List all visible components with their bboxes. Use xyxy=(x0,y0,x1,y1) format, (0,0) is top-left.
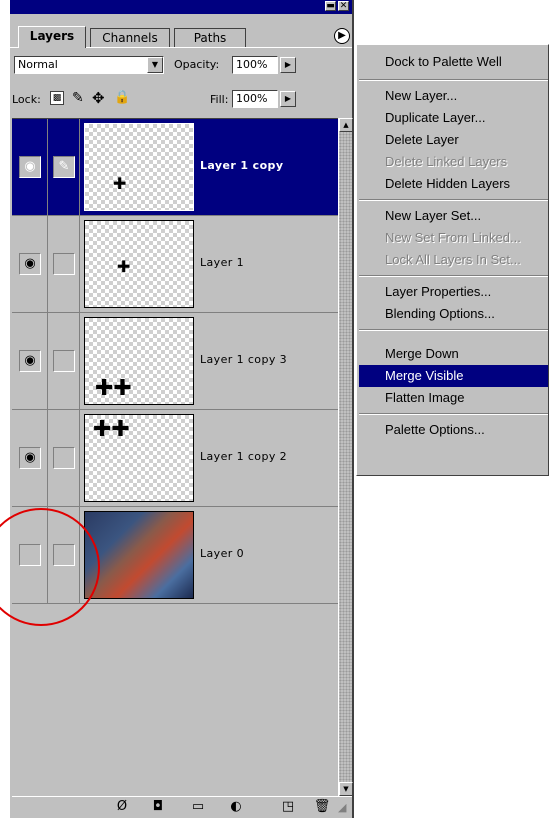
menu-item-dock[interactable]: Dock to Palette Well xyxy=(359,51,548,73)
fill-label: Fill: xyxy=(210,93,229,106)
layer-name[interactable]: Layer 0 xyxy=(200,547,244,560)
lock-all-icon[interactable]: 🔒 xyxy=(114,90,130,105)
layer-name[interactable]: Layer 1 copy xyxy=(200,159,283,172)
menu-item-palette-options[interactable]: Palette Options... xyxy=(359,419,548,441)
tab-channels[interactable]: Channels xyxy=(90,28,170,48)
blend-mode-select[interactable]: Normal xyxy=(14,56,164,74)
tab-layers[interactable]: Layers xyxy=(18,26,86,48)
menu-item-delete-linked[interactable]: Delete Linked Layers xyxy=(359,151,548,173)
layers-list-empty-area xyxy=(12,606,338,796)
layer-row[interactable]: ◉ ✚✚ Layer 1 copy 3 xyxy=(12,313,338,410)
menu-item-merge-down[interactable]: Merge Down xyxy=(359,343,548,365)
lock-label: Lock: xyxy=(12,93,41,106)
scroll-up-icon[interactable]: ▲ xyxy=(339,118,353,132)
eye-icon[interactable]: ◉ xyxy=(19,350,41,372)
fill-field[interactable]: 100% xyxy=(232,90,278,108)
menu-item-delete-layer[interactable]: Delete Layer xyxy=(359,129,548,151)
layers-palette: ▬ ✕ Layers Channels Paths ▶ Normal ▼ Opa… xyxy=(8,0,354,818)
layer-thumbnail[interactable]: ✚ xyxy=(84,220,194,308)
link-cell xyxy=(48,410,80,506)
opacity-field[interactable]: 100% xyxy=(232,56,278,74)
trash-icon[interactable]: 🗑 xyxy=(312,798,332,816)
link-cell: ✎ xyxy=(48,119,80,215)
link-cell xyxy=(48,313,80,409)
layer-row[interactable]: ◉ ✎ ✚ Layer 1 copy xyxy=(12,119,338,216)
opacity-slider-arrow-icon[interactable]: ▶ xyxy=(280,57,296,73)
menu-item-merge-visible[interactable]: Merge Visible xyxy=(359,365,548,387)
layer-thumbnail[interactable]: ✚ xyxy=(84,123,194,211)
new-set-icon[interactable]: ▭ xyxy=(188,798,208,816)
close-icon[interactable]: ✕ xyxy=(338,1,349,11)
brush-icon[interactable]: ✎ xyxy=(53,156,75,178)
link-box[interactable] xyxy=(53,253,75,275)
layer-row[interactable]: ◉ ✚ Layer 1 xyxy=(12,216,338,313)
menu-item-layer-properties[interactable]: Layer Properties... xyxy=(359,281,548,303)
eye-icon[interactable]: ◉ xyxy=(19,447,41,469)
fill-slider-arrow-icon[interactable]: ▶ xyxy=(280,91,296,107)
layer-name[interactable]: Layer 1 copy 2 xyxy=(200,450,287,463)
eye-icon[interactable]: ◉ xyxy=(19,156,41,178)
palette-titlebar[interactable]: ▬ ✕ xyxy=(10,0,352,14)
puzzle-piece-icon: ✚ xyxy=(117,257,131,276)
menu-item-new-layer-set[interactable]: New Layer Set... xyxy=(359,205,548,227)
menu-item-new-set-from-linked[interactable]: New Set From Linked... xyxy=(359,227,548,249)
layers-scrollbar[interactable]: ▲ ▼ xyxy=(338,118,353,798)
link-cell xyxy=(48,216,80,312)
menu-item-lock-all[interactable]: Lock All Layers In Set... xyxy=(359,249,548,271)
opacity-label: Opacity: xyxy=(174,58,220,71)
layer-thumbnail[interactable]: ✚✚ xyxy=(84,414,194,502)
palette-menu-icon[interactable]: ▶ xyxy=(334,28,350,44)
minimize-icon[interactable]: ▬ xyxy=(325,1,336,11)
adjustment-layer-icon[interactable]: ◐ xyxy=(226,798,246,816)
link-box[interactable] xyxy=(53,350,75,372)
visibility-cell: ◉ xyxy=(12,313,48,409)
visibility-cell: ◉ xyxy=(12,119,48,215)
menu-item-flatten-image[interactable]: Flatten Image xyxy=(359,387,548,409)
puzzle-pieces-icon: ✚✚ xyxy=(95,376,132,401)
menu-separator xyxy=(359,275,548,277)
palette-flyout-menu: Dock to Palette Well New Layer... Duplic… xyxy=(356,44,549,476)
lock-transparency-icon[interactable]: ▩ xyxy=(50,91,64,105)
lock-brush-icon[interactable]: ✎ xyxy=(72,90,84,106)
layer-thumbnail-photo[interactable] xyxy=(84,511,194,599)
menu-separator xyxy=(359,329,548,331)
menu-separator xyxy=(359,79,548,81)
tab-paths[interactable]: Paths xyxy=(174,28,246,48)
layer-thumbnail[interactable]: ✚✚ xyxy=(84,317,194,405)
scroll-down-icon[interactable]: ▼ xyxy=(339,782,353,796)
menu-item-duplicate-layer[interactable]: Duplicate Layer... xyxy=(359,107,548,129)
resize-grip-icon[interactable]: ◢ xyxy=(338,801,346,814)
layer-name[interactable]: Layer 1 copy 3 xyxy=(200,353,287,366)
new-layer-icon[interactable]: ◳ xyxy=(278,798,298,816)
chevron-down-icon[interactable]: ▼ xyxy=(147,57,163,73)
lock-move-icon[interactable]: ✥ xyxy=(92,89,105,107)
menu-separator xyxy=(359,199,548,201)
puzzle-piece-icon: ✚ xyxy=(113,174,127,193)
menu-separator xyxy=(359,413,548,415)
palette-footer: Ø ◘ ▭ ◐ ◳ 🗑 ◢ xyxy=(12,796,352,818)
layer-style-icon[interactable]: Ø xyxy=(112,798,132,816)
link-box[interactable] xyxy=(53,447,75,469)
visibility-cell: ◉ xyxy=(12,216,48,312)
menu-item-new-layer[interactable]: New Layer... xyxy=(359,85,548,107)
visibility-cell: ◉ xyxy=(12,410,48,506)
menu-item-blending-options[interactable]: Blending Options... xyxy=(359,303,548,325)
layer-mask-icon[interactable]: ◘ xyxy=(148,798,168,816)
layer-name[interactable]: Layer 1 xyxy=(200,256,244,269)
eye-icon[interactable]: ◉ xyxy=(19,253,41,275)
menu-item-delete-hidden[interactable]: Delete Hidden Layers xyxy=(359,173,548,195)
puzzle-pieces-icon: ✚✚ xyxy=(93,417,130,442)
blend-mode-value: Normal xyxy=(18,58,58,71)
layer-row[interactable]: ◉ ✚✚ Layer 1 copy 2 xyxy=(12,410,338,507)
